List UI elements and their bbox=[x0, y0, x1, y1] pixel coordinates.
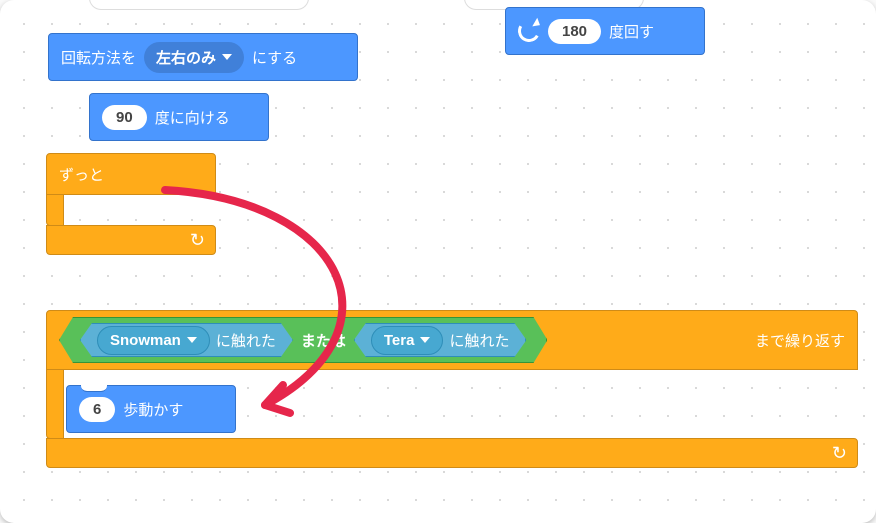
block-edge bbox=[89, 0, 309, 10]
chevron-down-icon bbox=[420, 337, 430, 343]
repeat-bottom[interactable]: ↻ bbox=[46, 438, 858, 468]
touching-label-2: に触れた bbox=[449, 330, 509, 351]
or-label: または bbox=[301, 330, 346, 351]
rotation-mode-value: 左右のみ bbox=[156, 47, 216, 68]
repeat-arm[interactable] bbox=[46, 369, 64, 439]
move-label: 歩動かす bbox=[123, 399, 183, 420]
touching-label-1: に触れた bbox=[216, 330, 276, 351]
loop-arrow-icon: ↻ bbox=[832, 443, 847, 464]
point-degrees-input[interactable]: 90 bbox=[102, 105, 147, 130]
or-operator[interactable]: Snowman に触れた または Tera に触れた bbox=[59, 317, 547, 363]
rotation-mode-dropdown[interactable]: 左右のみ bbox=[144, 42, 244, 73]
move-steps-block[interactable]: 6 歩動かす bbox=[66, 385, 236, 433]
rotation-suffix: にする bbox=[252, 47, 297, 68]
turn-label: 度回す bbox=[609, 21, 654, 42]
move-steps-input[interactable]: 6 bbox=[79, 397, 115, 422]
forever-arm[interactable] bbox=[46, 194, 64, 226]
rotation-prefix: 回転方法を bbox=[61, 47, 136, 68]
touching-block-1[interactable]: Snowman に触れた bbox=[80, 323, 293, 357]
chevron-down-icon bbox=[222, 54, 232, 60]
touch-target-2-value: Tera bbox=[384, 332, 415, 349]
repeat-until-block[interactable]: Snowman に触れた または Tera に触れた まで繰り返す bbox=[46, 310, 858, 370]
point-direction-block[interactable]: 90 度に向ける bbox=[89, 93, 269, 141]
forever-label: ずっと bbox=[59, 164, 104, 185]
touch-target-1-value: Snowman bbox=[110, 332, 181, 349]
touching-block-2[interactable]: Tera に触れた bbox=[354, 323, 527, 357]
forever-bottom[interactable]: ↻ bbox=[46, 225, 216, 255]
turn-degrees-block[interactable]: 180 度回す bbox=[505, 7, 705, 55]
repeat-until-suffix: まで繰り返す bbox=[755, 330, 845, 351]
loop-arrow-icon: ↻ bbox=[190, 230, 205, 251]
point-label: 度に向ける bbox=[155, 107, 230, 128]
touch-target-1-dropdown[interactable]: Snowman bbox=[97, 326, 210, 355]
touch-target-2-dropdown[interactable]: Tera bbox=[371, 326, 444, 355]
rotate-ccw-icon bbox=[516, 18, 543, 45]
chevron-down-icon bbox=[187, 337, 197, 343]
turn-degrees-input[interactable]: 180 bbox=[548, 19, 601, 44]
workspace[interactable]: 180 度回す 回転方法を 左右のみ にする 90 度に向ける ずっと ↻ bbox=[0, 0, 876, 523]
forever-block[interactable]: ずっと bbox=[46, 153, 216, 195]
set-rotation-style-block[interactable]: 回転方法を 左右のみ にする bbox=[48, 33, 358, 81]
